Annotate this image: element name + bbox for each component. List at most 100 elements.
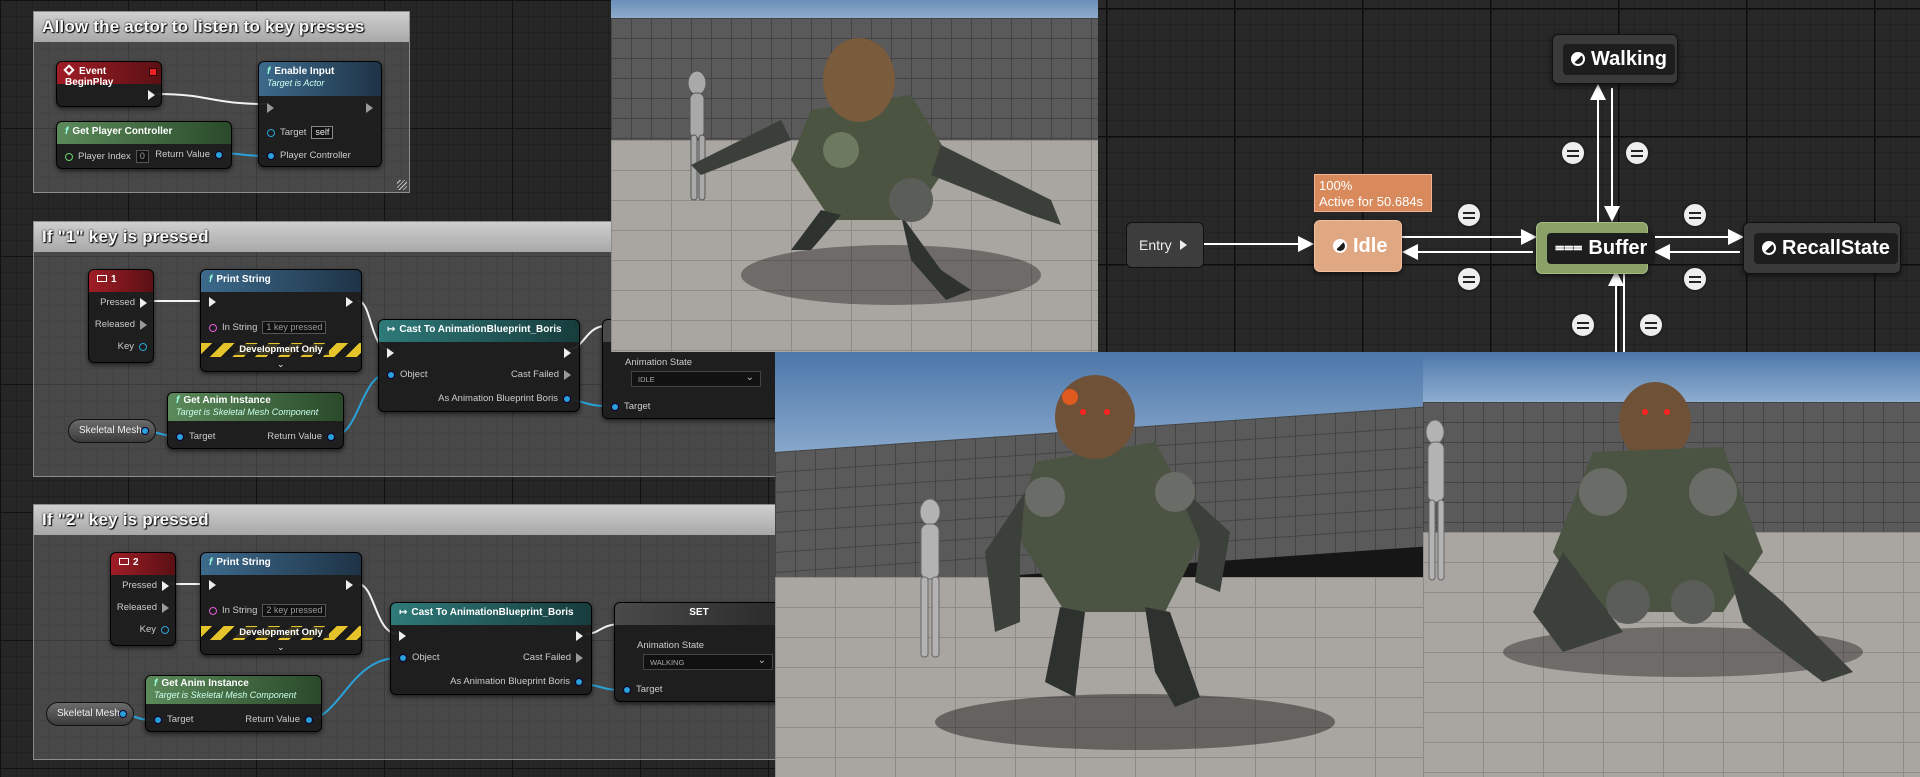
state-icon <box>1571 52 1585 66</box>
in-string-pin[interactable] <box>209 323 217 332</box>
state-icon <box>1333 239 1347 253</box>
print-string-header: f Print String <box>201 553 361 575</box>
function-icon: f <box>154 678 158 689</box>
return-value-pin[interactable] <box>215 150 223 159</box>
skeletal-mesh-variable-2[interactable]: Skeletal Mesh <box>46 702 134 726</box>
as-bp-pin[interactable] <box>575 677 583 686</box>
player-index-field[interactable]: 0 <box>135 150 149 163</box>
get-player-controller-node[interactable]: f Get Player Controller Player Index 0 Re… <box>56 121 232 169</box>
viewport-idle-pose[interactable] <box>611 0 1098 352</box>
state-walking[interactable]: Walking <box>1552 34 1678 84</box>
state-recallstate[interactable]: RecallState <box>1743 222 1901 274</box>
cast-icon: ↦ <box>387 324 396 335</box>
cast-header: ↦ Cast To AnimationBlueprint_Boris <box>379 320 579 342</box>
skeletal-mesh-pin[interactable] <box>141 427 149 435</box>
in-string-field[interactable]: 1 key pressed <box>262 321 327 334</box>
event-beginplay-node[interactable]: Event BeginPlay <box>56 61 162 107</box>
object-pin[interactable] <box>387 370 395 379</box>
enable-input-header: f Enable Input Target is Actor <box>259 62 381 96</box>
key-pin[interactable] <box>139 342 147 351</box>
released-pin[interactable] <box>140 319 147 330</box>
transition-arrows <box>1204 84 1744 352</box>
get-anim-instance-node-2[interactable]: f Get Anim Instance Target is Skeletal Me… <box>145 675 322 732</box>
state-icon <box>1762 241 1776 255</box>
state-buffer[interactable]: ⩶ Buffer <box>1536 222 1656 274</box>
delegate-pin[interactable] <box>149 68 157 76</box>
exec-output-pin[interactable] <box>346 297 353 307</box>
transition-rule-icon[interactable] <box>1624 140 1650 166</box>
transition-rule-icon[interactable] <box>1638 312 1664 338</box>
transition-rule-icon[interactable] <box>1456 266 1482 292</box>
object-pin[interactable] <box>399 653 407 662</box>
pressed-pin[interactable] <box>140 297 147 308</box>
expand-chevron-icon[interactable]: ⌄ <box>277 359 285 370</box>
entry-output-pin[interactable] <box>1179 240 1187 250</box>
animation-state-machine[interactable]: Entry 100% Active for 50.684s Idle Walki… <box>1098 0 1920 352</box>
cast-failed-pin[interactable] <box>576 652 583 663</box>
exec-output-pin[interactable] <box>576 631 583 641</box>
exec-output-pin[interactable] <box>148 90 155 100</box>
character-scene <box>1425 382 1863 682</box>
key-pin[interactable] <box>161 625 169 634</box>
exec-input-pin[interactable] <box>399 631 406 641</box>
cast-icon: ↦ <box>399 607 408 618</box>
animation-state-dropdown[interactable]: WALKING <box>643 654 773 670</box>
cast-failed-pin[interactable] <box>564 369 571 380</box>
event-diamond-icon <box>63 64 75 76</box>
exec-input-pin[interactable] <box>387 348 394 358</box>
transition-rule-icon[interactable] <box>1560 140 1586 166</box>
skeletal-mesh-pin[interactable] <box>119 710 127 718</box>
player-controller-pin[interactable] <box>267 151 275 160</box>
expand-chevron-icon[interactable]: ⌄ <box>277 642 285 653</box>
target-pin[interactable] <box>623 685 631 694</box>
pressed-pin[interactable] <box>162 580 169 591</box>
key-2-event-node[interactable]: 2 Pressed Released Key <box>110 552 176 646</box>
released-pin[interactable] <box>162 602 169 613</box>
function-icon: f <box>209 274 213 285</box>
transition-rule-icon[interactable] <box>1682 202 1708 228</box>
target-pin[interactable] <box>154 715 162 724</box>
get-anim-instance-header: f Get Anim Instance Target is Skeletal Me… <box>168 393 343 421</box>
return-value-pin[interactable] <box>327 432 335 441</box>
player-index-pin[interactable] <box>65 152 73 161</box>
cast-to-animbp-node-2[interactable]: ↦ Cast To AnimationBlueprint_Boris Object… <box>390 602 592 695</box>
viewport-walking-pose[interactable] <box>775 352 1423 777</box>
keyboard-icon <box>119 558 129 565</box>
viewport-recall-pose[interactable] <box>1423 352 1920 777</box>
get-anim-instance-node-1[interactable]: f Get Anim Instance Target is Skeletal Me… <box>167 392 344 449</box>
enable-input-node[interactable]: f Enable Input Target is Actor Target sel… <box>258 61 382 167</box>
animation-state-dropdown[interactable]: IDLE <box>631 371 761 387</box>
exec-output-pin[interactable] <box>346 580 353 590</box>
target-pin[interactable] <box>176 432 184 441</box>
entry-node[interactable]: Entry <box>1126 222 1204 268</box>
key-1-event-node[interactable]: 1 Pressed Released Key <box>88 269 154 363</box>
target-pin[interactable] <box>267 128 275 137</box>
key-2-header: 2 <box>111 553 175 575</box>
transition-rule-icon[interactable] <box>1570 312 1596 338</box>
target-field[interactable]: self <box>311 126 334 139</box>
get-player-controller-header: f Get Player Controller <box>57 122 231 144</box>
exec-output-pin[interactable] <box>366 103 373 113</box>
active-state-tooltip: 100% Active for 50.684s <box>1314 174 1432 212</box>
transition-rule-icon[interactable] <box>1456 202 1482 228</box>
function-icon: f <box>209 557 213 568</box>
keyboard-icon <box>97 275 107 282</box>
cast-to-animbp-node-1[interactable]: ↦ Cast To AnimationBlueprint_Boris Object… <box>378 319 580 412</box>
print-string-node-1[interactable]: f Print String In String 1 key pressed De… <box>200 269 362 372</box>
in-string-pin[interactable] <box>209 606 217 615</box>
get-anim-instance-header: f Get Anim Instance Target is Skeletal Me… <box>146 676 321 704</box>
exec-input-pin[interactable] <box>267 103 274 113</box>
exec-output-pin[interactable] <box>564 348 571 358</box>
in-string-field[interactable]: 2 key pressed <box>262 604 327 617</box>
as-bp-pin[interactable] <box>563 394 571 403</box>
exec-input-pin[interactable] <box>209 297 216 307</box>
target-pin[interactable] <box>611 402 619 411</box>
transition-rule-icon[interactable] <box>1682 266 1708 292</box>
skeletal-mesh-variable-1[interactable]: Skeletal Mesh <box>68 419 156 443</box>
state-idle[interactable]: Idle <box>1314 220 1402 272</box>
return-value-pin[interactable] <box>305 715 313 724</box>
exec-input-pin[interactable] <box>209 580 216 590</box>
set-animation-state-node-2[interactable]: SET Animation State WALKING Target <box>614 602 775 702</box>
print-string-node-2[interactable]: f Print String In String 2 key pressed De… <box>200 552 362 655</box>
resize-grip-icon[interactable] <box>397 180 407 190</box>
